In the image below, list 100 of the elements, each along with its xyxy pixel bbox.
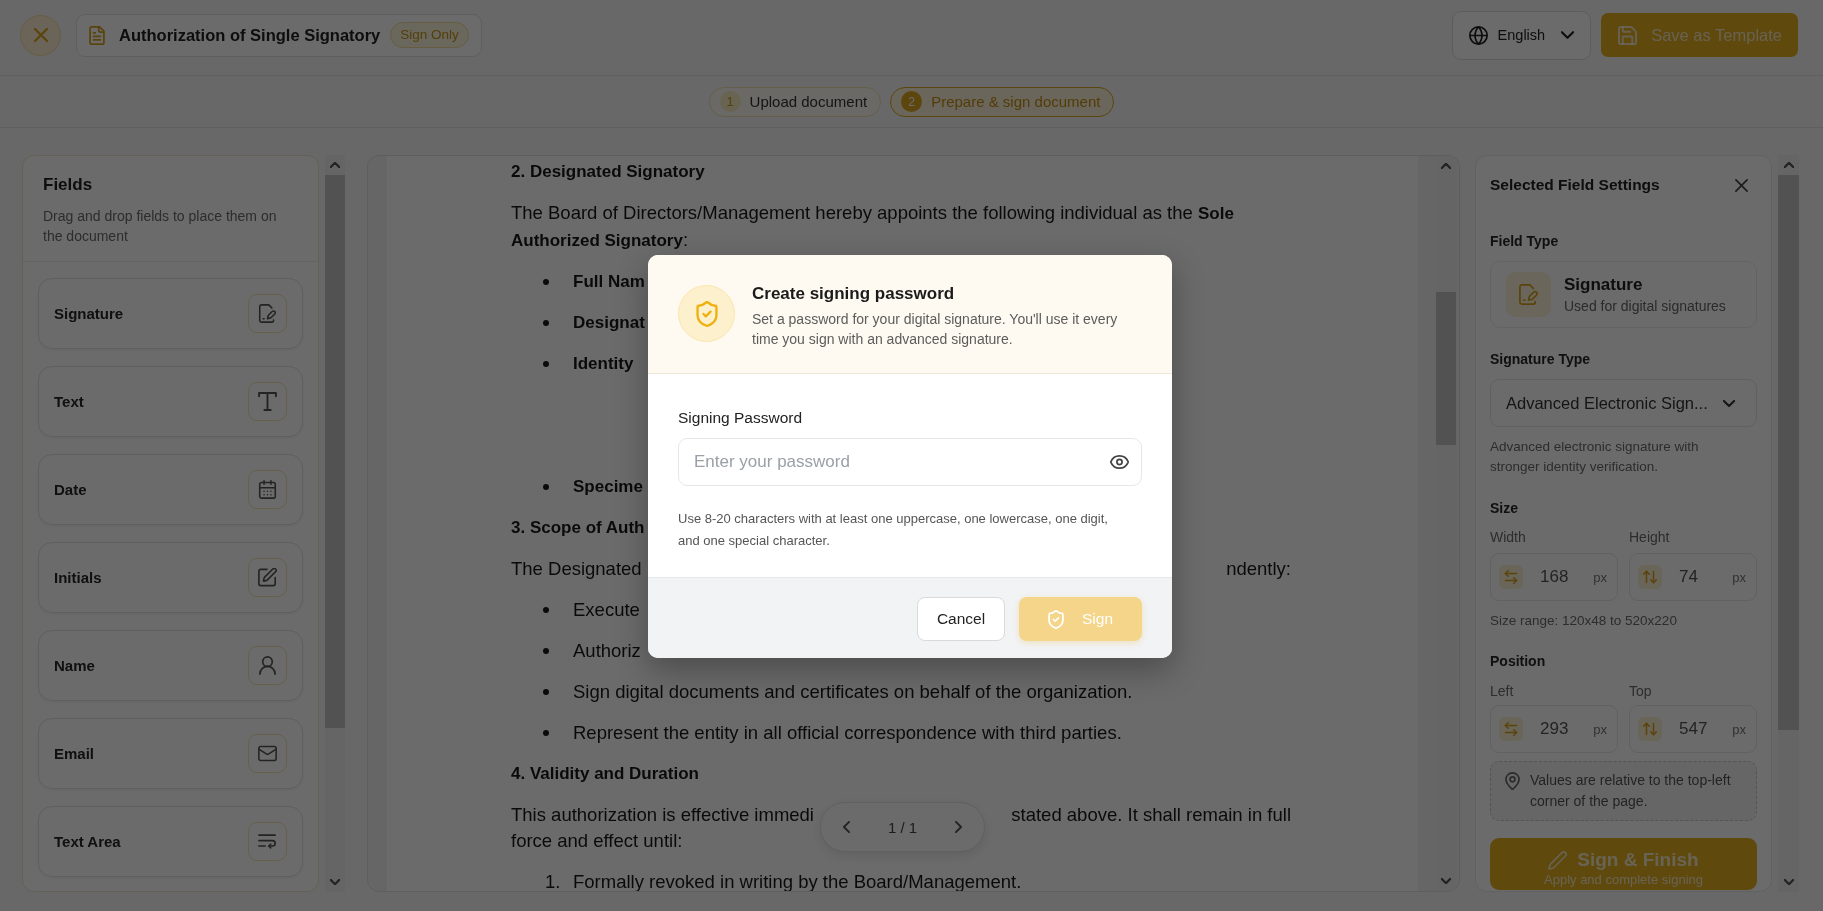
list-item-text: Formally revoked in writing by the Board/Management. [573,870,1022,891]
help-text: Advanced electronic signature with stronger identity verification. [1490,438,1700,476]
input-label: Width [1490,528,1526,547]
field-item[interactable]: Signature [38,278,303,349]
note-text: Values are relative to the top-left corner of the page. [1530,771,1732,811]
list-item-text: Designat [573,312,645,334]
unit-label: px [1732,721,1746,737]
signature-type-select[interactable]: Advanced Electronic Sign... [1490,379,1757,427]
language-dropdown[interactable]: English [1451,10,1592,60]
bullet-icon [543,484,549,490]
section-label: Signature Type [1490,350,1591,369]
step-number: 2 [901,91,923,112]
paragraph: The Board of Directors/Management hereby appoints the following individual as the Sole Authorized Signatory: [511,201,1235,252]
field-type-name: Signature [1564,273,1643,296]
document-pen-icon [248,294,287,333]
shield-check-icon [678,285,735,342]
section-label: Field Type [1490,232,1559,251]
chevron-right-icon[interactable] [955,821,962,833]
document-icon [89,25,105,45]
bullet-icon [543,279,549,285]
chevron-left-icon[interactable] [843,821,850,833]
bullet-icon [543,607,549,613]
panel-title: Selected Field Settings [1490,176,1660,194]
unit-label: px [1593,721,1607,737]
arrows-up-down-icon [1638,717,1662,741]
cancel-button[interactable]: Cancel [917,597,1005,641]
list-item-text: Identity [573,353,634,375]
pen-icon [1548,850,1568,870]
field-item[interactable]: Text [38,366,303,437]
step-button[interactable]: 1 Upload document [708,86,882,117]
status-badge: Sign Only [390,22,469,48]
field-item[interactable]: Text Area [38,806,303,877]
step-button[interactable]: 2 Prepare & sign document [890,86,1115,117]
paragraph-text: ndently: [1226,557,1291,581]
arrows-up-down-icon [1638,565,1662,589]
page-indicator: 1 / 1 [887,818,918,836]
chevron-down-icon[interactable] [330,879,340,885]
close-icon[interactable] [1735,178,1748,192]
bullet-icon [543,689,549,695]
field-item[interactable]: Date [38,454,303,525]
pen-square-icon [248,558,287,597]
field-label: Signing Password [678,408,803,428]
chevron-down-icon[interactable] [1783,879,1794,885]
chevron-up-icon[interactable] [1441,163,1451,169]
globe-icon [1468,25,1488,45]
wrap-text-icon [248,822,287,861]
help-text: Size range: 120x48 to 520x220 [1490,612,1677,630]
step-number: 1 [719,91,741,112]
chevron-up-icon[interactable] [330,162,340,168]
unit-label: px [1732,569,1746,585]
envelope-icon [248,734,287,773]
arrows-left-right-icon [1499,565,1523,589]
section-heading: 3. Scope of Auth [511,517,645,539]
chevron-down-icon[interactable] [1441,878,1451,884]
list-number: 1. [545,870,561,891]
bullet-icon [543,730,549,736]
calendar-icon [248,470,287,509]
arrows-left-right-icon [1499,717,1523,741]
input-label: Left [1490,682,1514,701]
section-label: Position [1490,652,1546,671]
dialog-description: Set a password for your digital signature. You'll use it every time you sign with an advanced signature. [752,310,1119,349]
field-type-description: Used for digital signatures [1564,296,1726,316]
bullet-icon [543,648,549,654]
field-item[interactable]: Name [38,630,303,701]
section-label: Size [1490,499,1518,518]
map-pin-icon [1505,772,1520,790]
paragraph-text: This authorization is effective immedi [511,803,814,827]
panel-title: Fields [43,174,93,196]
hint-text: Use 8-20 characters with at least one uppercase, one lowercase, one digit, and one special character. [678,510,1109,550]
section-heading: 4. Validity and Duration [511,763,699,785]
list-item-text: Specime [573,476,643,498]
eye-icon[interactable] [1110,455,1129,469]
number-input[interactable]: 168 px [1490,553,1618,601]
unit-label: px [1593,569,1607,585]
panel-subtitle: Drag and drop fields to place them on the document [43,207,278,246]
bullet-icon [543,320,549,326]
person-icon [248,646,287,685]
list-item-text: Represent the entity in all official correspondence with third parties. [573,721,1122,745]
password-field[interactable]: Enter your password [678,438,1142,486]
letter-t-icon [248,382,287,421]
number-input[interactable]: 293 px [1490,705,1618,753]
chevron-down-icon [1561,31,1575,39]
field-item[interactable]: Initials [38,542,303,613]
number-input[interactable]: 74 px [1629,553,1757,601]
section-heading: 2. Designated Signatory [511,161,705,183]
input-label: Top [1629,682,1652,701]
chevron-down-icon [1723,399,1735,407]
document-pen-icon [1506,272,1551,317]
dialog-title: Create signing password [752,283,955,305]
paragraph-text: stated above. It shall remain in full [1011,803,1291,827]
close-icon [33,28,48,42]
list-item-text: Sign digital documents and certificates on behalf of the organization. [573,680,1133,704]
list-item-text: Authoriz [573,639,641,663]
input-label: Height [1629,528,1670,547]
field-item[interactable]: Email [38,718,303,789]
shield-check-icon [1048,609,1064,629]
chevron-up-icon[interactable] [1783,162,1794,168]
close-button[interactable] [20,14,61,56]
number-input[interactable]: 547 px [1629,705,1757,753]
list-item-text: Full Nam [573,271,645,293]
